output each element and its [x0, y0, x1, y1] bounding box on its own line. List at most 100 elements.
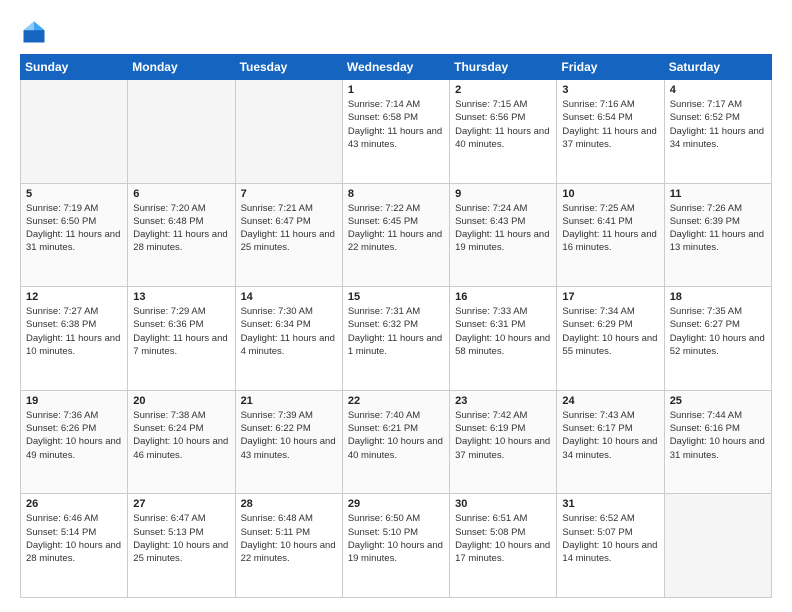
day-info: Sunrise: 7:36 AM Sunset: 6:26 PM Dayligh…	[26, 409, 122, 462]
day-info: Sunrise: 6:46 AM Sunset: 5:14 PM Dayligh…	[26, 512, 122, 565]
day-cell	[235, 80, 342, 184]
day-info: Sunrise: 6:48 AM Sunset: 5:11 PM Dayligh…	[241, 512, 337, 565]
day-cell: 15 Sunrise: 7:31 AM Sunset: 6:32 PM Dayli…	[342, 287, 449, 391]
day-number: 16	[455, 291, 551, 303]
day-info: Sunrise: 7:33 AM Sunset: 6:31 PM Dayligh…	[455, 305, 551, 358]
day-number: 18	[670, 291, 766, 303]
day-info: Sunrise: 6:51 AM Sunset: 5:08 PM Dayligh…	[455, 512, 551, 565]
weekday-saturday: Saturday	[664, 55, 771, 80]
day-number: 13	[133, 291, 229, 303]
day-cell: 4 Sunrise: 7:17 AM Sunset: 6:52 PM Daylig…	[664, 80, 771, 184]
weekday-wednesday: Wednesday	[342, 55, 449, 80]
day-info: Sunrise: 7:22 AM Sunset: 6:45 PM Dayligh…	[348, 202, 444, 255]
day-number: 17	[562, 291, 658, 303]
day-cell: 24Sunrise: 7:43 AM Sunset: 6:17 PM Dayli…	[557, 390, 664, 494]
day-cell: 16 Sunrise: 7:33 AM Sunset: 6:31 PM Dayli…	[450, 287, 557, 391]
day-number: 7	[241, 188, 337, 200]
weekday-friday: Friday	[557, 55, 664, 80]
day-cell: 3Sunrise: 7:16 AM Sunset: 6:54 PM Daylig…	[557, 80, 664, 184]
day-cell: 12 Sunrise: 7:27 AM Sunset: 6:38 PM Dayli…	[21, 287, 128, 391]
day-info: Sunrise: 7:21 AM Sunset: 6:47 PM Dayligh…	[241, 202, 337, 255]
day-info: Sunrise: 7:34 AM Sunset: 6:29 PM Dayligh…	[562, 305, 658, 358]
day-info: Sunrise: 7:17 AM Sunset: 6:52 PM Dayligh…	[670, 98, 766, 151]
day-cell: 8 Sunrise: 7:22 AM Sunset: 6:45 PM Daylig…	[342, 183, 449, 287]
day-cell: 22 Sunrise: 7:40 AM Sunset: 6:21 PM Dayli…	[342, 390, 449, 494]
day-info: Sunrise: 7:15 AM Sunset: 6:56 PM Dayligh…	[455, 98, 551, 151]
calendar-table: SundayMondayTuesdayWednesdayThursdayFrid…	[20, 54, 772, 598]
day-cell: 30 Sunrise: 6:51 AM Sunset: 5:08 PM Dayli…	[450, 494, 557, 598]
page: SundayMondayTuesdayWednesdayThursdayFrid…	[0, 0, 792, 612]
day-number: 14	[241, 291, 337, 303]
day-info: Sunrise: 7:40 AM Sunset: 6:21 PM Dayligh…	[348, 409, 444, 462]
day-info: Sunrise: 7:30 AM Sunset: 6:34 PM Dayligh…	[241, 305, 337, 358]
day-number: 11	[670, 188, 766, 200]
week-row-0: 1 Sunrise: 7:14 AM Sunset: 6:58 PM Daylig…	[21, 80, 772, 184]
day-info: Sunrise: 7:25 AM Sunset: 6:41 PM Dayligh…	[562, 202, 658, 255]
day-cell: 19 Sunrise: 7:36 AM Sunset: 6:26 PM Dayli…	[21, 390, 128, 494]
day-number: 19	[26, 395, 122, 407]
day-cell: 25Sunrise: 7:44 AM Sunset: 6:16 PM Dayli…	[664, 390, 771, 494]
day-cell: 7 Sunrise: 7:21 AM Sunset: 6:47 PM Daylig…	[235, 183, 342, 287]
day-cell: 27 Sunrise: 6:47 AM Sunset: 5:13 PM Dayli…	[128, 494, 235, 598]
day-number: 5	[26, 188, 122, 200]
day-info: Sunrise: 7:39 AM Sunset: 6:22 PM Dayligh…	[241, 409, 337, 462]
week-row-2: 12 Sunrise: 7:27 AM Sunset: 6:38 PM Dayli…	[21, 287, 772, 391]
day-number: 30	[455, 498, 551, 510]
day-number: 1	[348, 84, 444, 96]
day-info: Sunrise: 7:31 AM Sunset: 6:32 PM Dayligh…	[348, 305, 444, 358]
weekday-tuesday: Tuesday	[235, 55, 342, 80]
day-info: Sunrise: 7:24 AM Sunset: 6:43 PM Dayligh…	[455, 202, 551, 255]
day-number: 6	[133, 188, 229, 200]
day-info: Sunrise: 7:20 AM Sunset: 6:48 PM Dayligh…	[133, 202, 229, 255]
weekday-sunday: Sunday	[21, 55, 128, 80]
day-number: 8	[348, 188, 444, 200]
day-info: Sunrise: 6:50 AM Sunset: 5:10 PM Dayligh…	[348, 512, 444, 565]
day-number: 26	[26, 498, 122, 510]
day-cell: 26 Sunrise: 6:46 AM Sunset: 5:14 PM Dayli…	[21, 494, 128, 598]
day-cell	[128, 80, 235, 184]
day-info: Sunrise: 7:42 AM Sunset: 6:19 PM Dayligh…	[455, 409, 551, 462]
day-cell: 23 Sunrise: 7:42 AM Sunset: 6:19 PM Dayli…	[450, 390, 557, 494]
logo	[20, 18, 52, 46]
logo-icon	[20, 18, 48, 46]
day-cell: 1 Sunrise: 7:14 AM Sunset: 6:58 PM Daylig…	[342, 80, 449, 184]
week-row-1: 5Sunrise: 7:19 AM Sunset: 6:50 PM Daylig…	[21, 183, 772, 287]
day-info: Sunrise: 7:27 AM Sunset: 6:38 PM Dayligh…	[26, 305, 122, 358]
day-cell: 5Sunrise: 7:19 AM Sunset: 6:50 PM Daylig…	[21, 183, 128, 287]
day-cell: 20 Sunrise: 7:38 AM Sunset: 6:24 PM Dayli…	[128, 390, 235, 494]
day-info: Sunrise: 7:38 AM Sunset: 6:24 PM Dayligh…	[133, 409, 229, 462]
day-number: 21	[241, 395, 337, 407]
day-number: 22	[348, 395, 444, 407]
day-number: 31	[562, 498, 658, 510]
day-number: 2	[455, 84, 551, 96]
day-number: 12	[26, 291, 122, 303]
day-number: 15	[348, 291, 444, 303]
day-cell: 10 Sunrise: 7:25 AM Sunset: 6:41 PM Dayli…	[557, 183, 664, 287]
day-info: Sunrise: 7:29 AM Sunset: 6:36 PM Dayligh…	[133, 305, 229, 358]
header	[20, 18, 772, 46]
week-row-4: 26 Sunrise: 6:46 AM Sunset: 5:14 PM Dayli…	[21, 494, 772, 598]
day-info: Sunrise: 7:35 AM Sunset: 6:27 PM Dayligh…	[670, 305, 766, 358]
day-info: Sunrise: 7:43 AM Sunset: 6:17 PM Dayligh…	[562, 409, 658, 462]
day-number: 25	[670, 395, 766, 407]
day-cell	[21, 80, 128, 184]
day-number: 23	[455, 395, 551, 407]
day-cell: 11Sunrise: 7:26 AM Sunset: 6:39 PM Dayli…	[664, 183, 771, 287]
day-cell: 21 Sunrise: 7:39 AM Sunset: 6:22 PM Dayli…	[235, 390, 342, 494]
day-number: 4	[670, 84, 766, 96]
day-cell	[664, 494, 771, 598]
day-cell: 2 Sunrise: 7:15 AM Sunset: 6:56 PM Daylig…	[450, 80, 557, 184]
day-cell: 31 Sunrise: 6:52 AM Sunset: 5:07 PM Dayli…	[557, 494, 664, 598]
day-cell: 18 Sunrise: 7:35 AM Sunset: 6:27 PM Dayli…	[664, 287, 771, 391]
day-cell: 9Sunrise: 7:24 AM Sunset: 6:43 PM Daylig…	[450, 183, 557, 287]
day-number: 29	[348, 498, 444, 510]
day-info: Sunrise: 6:52 AM Sunset: 5:07 PM Dayligh…	[562, 512, 658, 565]
day-cell: 28Sunrise: 6:48 AM Sunset: 5:11 PM Dayli…	[235, 494, 342, 598]
day-info: Sunrise: 6:47 AM Sunset: 5:13 PM Dayligh…	[133, 512, 229, 565]
day-number: 27	[133, 498, 229, 510]
day-cell: 13 Sunrise: 7:29 AM Sunset: 6:36 PM Dayli…	[128, 287, 235, 391]
day-info: Sunrise: 7:14 AM Sunset: 6:58 PM Dayligh…	[348, 98, 444, 151]
day-number: 10	[562, 188, 658, 200]
weekday-monday: Monday	[128, 55, 235, 80]
day-number: 20	[133, 395, 229, 407]
